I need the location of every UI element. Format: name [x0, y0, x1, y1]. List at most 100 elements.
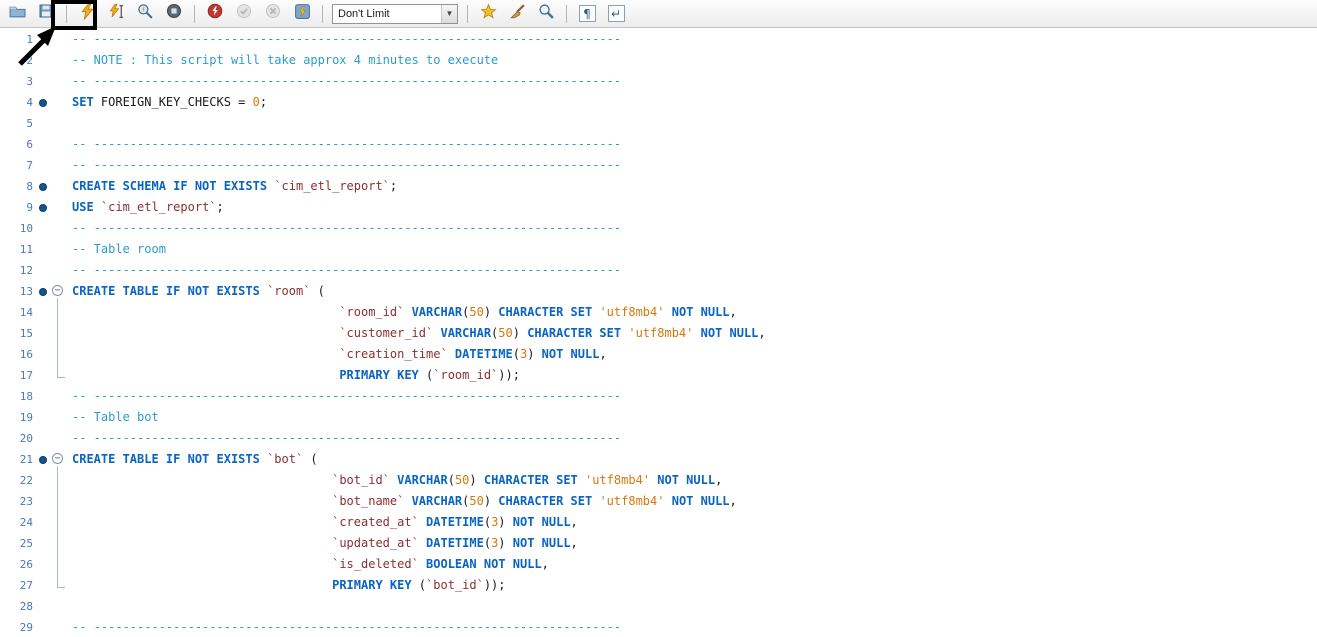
toggle-invisible-characters-button[interactable]: ¶ [576, 3, 598, 25]
rollback-button[interactable] [262, 3, 284, 25]
code-line[interactable]: 29-- -----------------------------------… [0, 617, 1317, 637]
code-line[interactable]: 7-- ------------------------------------… [0, 155, 1317, 176]
code-line[interactable]: 10 -- -----------------------------------… [0, 218, 1317, 239]
code-line[interactable]: 22 `bot_id` VARCHAR(50) CHARACTER SET 'u… [0, 470, 1317, 491]
fold-gutter [50, 134, 68, 155]
line-number: 18 [0, 386, 36, 407]
fold-gutter [50, 365, 68, 386]
toggle-autocommit-button[interactable] [291, 3, 313, 25]
code-text: -- NOTE : This script will take approx 4… [68, 50, 498, 71]
marker-gutter [36, 617, 50, 637]
statement-marker [36, 281, 50, 302]
code-line[interactable]: 11-- Table room [0, 239, 1317, 260]
stop-query-button[interactable] [163, 3, 185, 25]
marker-gutter [36, 260, 50, 281]
explain-plan-button[interactable] [134, 3, 156, 25]
line-number: 16 [0, 344, 36, 365]
code-text: PRIMARY KEY (`bot_id`)); [68, 575, 506, 596]
fold-gutter [50, 29, 68, 50]
code-text: `is_deleted` BOOLEAN NOT NULL, [68, 554, 549, 575]
statement-marker [36, 449, 50, 470]
marker-gutter [36, 554, 50, 575]
line-number: 21 [0, 449, 36, 470]
clear-query-button[interactable] [506, 3, 528, 25]
code-line[interactable]: 17 PRIMARY KEY (`room_id`)); [0, 365, 1317, 386]
code-text [68, 596, 72, 617]
code-area: 1-- ------------------------------------… [0, 29, 1317, 637]
code-line[interactable]: 15 `customer_id` VARCHAR(50) CHARACTER S… [0, 323, 1317, 344]
marker-gutter [36, 323, 50, 344]
statement-marker [36, 92, 50, 113]
code-text: -- -------------------------------------… [68, 134, 621, 155]
line-number: 19 [0, 407, 36, 428]
code-line[interactable]: 28 [0, 596, 1317, 617]
line-number: 2 [0, 50, 36, 71]
code-line[interactable]: 14 `room_id` VARCHAR(50) CHARACTER SET '… [0, 302, 1317, 323]
beautify-star-icon [480, 3, 497, 25]
fold-gutter [50, 197, 68, 218]
fold-toggle-icon[interactable]: − [50, 449, 68, 470]
line-number: 27 [0, 575, 36, 596]
fold-gutter [50, 155, 68, 176]
marker-gutter [36, 512, 50, 533]
fold-gutter [50, 512, 68, 533]
code-line[interactable]: 5 [0, 113, 1317, 134]
marker-gutter [36, 71, 50, 92]
code-line[interactable]: 2 -- NOTE : This script will take approx … [0, 50, 1317, 71]
execute-script-button[interactable] [76, 3, 98, 25]
fold-gutter [50, 491, 68, 512]
fold-gutter [50, 596, 68, 617]
code-line[interactable]: 9USE `cim_etl_report`; [0, 197, 1317, 218]
fold-gutter [50, 617, 68, 637]
code-text: `customer_id` VARCHAR(50) CHARACTER SET … [68, 323, 766, 344]
code-text: `updated_at` DATETIME(3) NOT NULL, [68, 533, 578, 554]
marker-gutter [36, 386, 50, 407]
code-line[interactable]: 25 `updated_at` DATETIME(3) NOT NULL, [0, 533, 1317, 554]
code-line[interactable]: 12-- -----------------------------------… [0, 260, 1317, 281]
open-script-button[interactable] [6, 3, 28, 25]
code-line[interactable]: 26 `is_deleted` BOOLEAN NOT NULL, [0, 554, 1317, 575]
chevron-down-icon: ▼ [441, 5, 457, 23]
commit-button[interactable] [233, 3, 255, 25]
code-line[interactable]: 3-- ------------------------------------… [0, 71, 1317, 92]
code-line[interactable]: 27 PRIMARY KEY (`bot_id`)); [0, 575, 1317, 596]
code-line[interactable]: 18 -- -----------------------------------… [0, 386, 1317, 407]
code-line[interactable]: 16 `creation_time` DATETIME(3) NOT NULL, [0, 344, 1317, 365]
code-text: -- -------------------------------------… [68, 29, 621, 50]
code-text: CREATE TABLE IF NOT EXISTS `bot` ( [68, 449, 318, 470]
save-script-button[interactable] [35, 3, 57, 25]
code-line[interactable]: 21−CREATE TABLE IF NOT EXISTS `bot` ( [0, 449, 1317, 470]
beautify-script-button[interactable] [477, 3, 499, 25]
toggle-stop-on-error-button[interactable] [204, 3, 226, 25]
code-line[interactable]: 24 `created_at` DATETIME(3) NOT NULL, [0, 512, 1317, 533]
toolbar-separator [194, 5, 195, 23]
statement-marker [36, 197, 50, 218]
fold-gutter [50, 176, 68, 197]
marker-gutter [36, 218, 50, 239]
code-text: -- Table room [68, 239, 166, 260]
fold-gutter [50, 470, 68, 491]
code-line[interactable]: 20-- -----------------------------------… [0, 428, 1317, 449]
code-line[interactable]: 13−CREATE TABLE IF NOT EXISTS `room` ( [0, 281, 1317, 302]
sql-editor[interactable]: 1-- ------------------------------------… [0, 29, 1317, 637]
line-number: 10 [0, 218, 36, 239]
line-number: 4 [0, 92, 36, 113]
code-line[interactable]: 1-- ------------------------------------… [0, 29, 1317, 50]
fold-gutter [50, 71, 68, 92]
find-button[interactable] [535, 3, 557, 25]
code-line[interactable]: 4SET FOREIGN_KEY_CHECKS = 0; [0, 92, 1317, 113]
limit-rows-dropdown[interactable]: Don't Limit ▼ [332, 4, 458, 24]
code-line[interactable]: 19-- Table bot [0, 407, 1317, 428]
toolbar-separator [566, 5, 567, 23]
code-line[interactable]: 6-- ------------------------------------… [0, 134, 1317, 155]
toggle-word-wrap-button[interactable]: ↵ [605, 3, 627, 25]
autocommit-icon [294, 3, 311, 25]
code-text: -- -------------------------------------… [68, 386, 621, 407]
fold-gutter [50, 554, 68, 575]
code-line[interactable]: 8CREATE SCHEMA IF NOT EXISTS `cim_etl_re… [0, 176, 1317, 197]
code-text: CREATE SCHEMA IF NOT EXISTS `cim_etl_rep… [68, 176, 397, 197]
execute-current-statement-button[interactable] [105, 3, 127, 25]
code-line[interactable]: 23 `bot_name` VARCHAR(50) CHARACTER SET … [0, 491, 1317, 512]
code-text: -- -------------------------------------… [68, 218, 621, 239]
fold-toggle-icon[interactable]: − [50, 281, 68, 302]
